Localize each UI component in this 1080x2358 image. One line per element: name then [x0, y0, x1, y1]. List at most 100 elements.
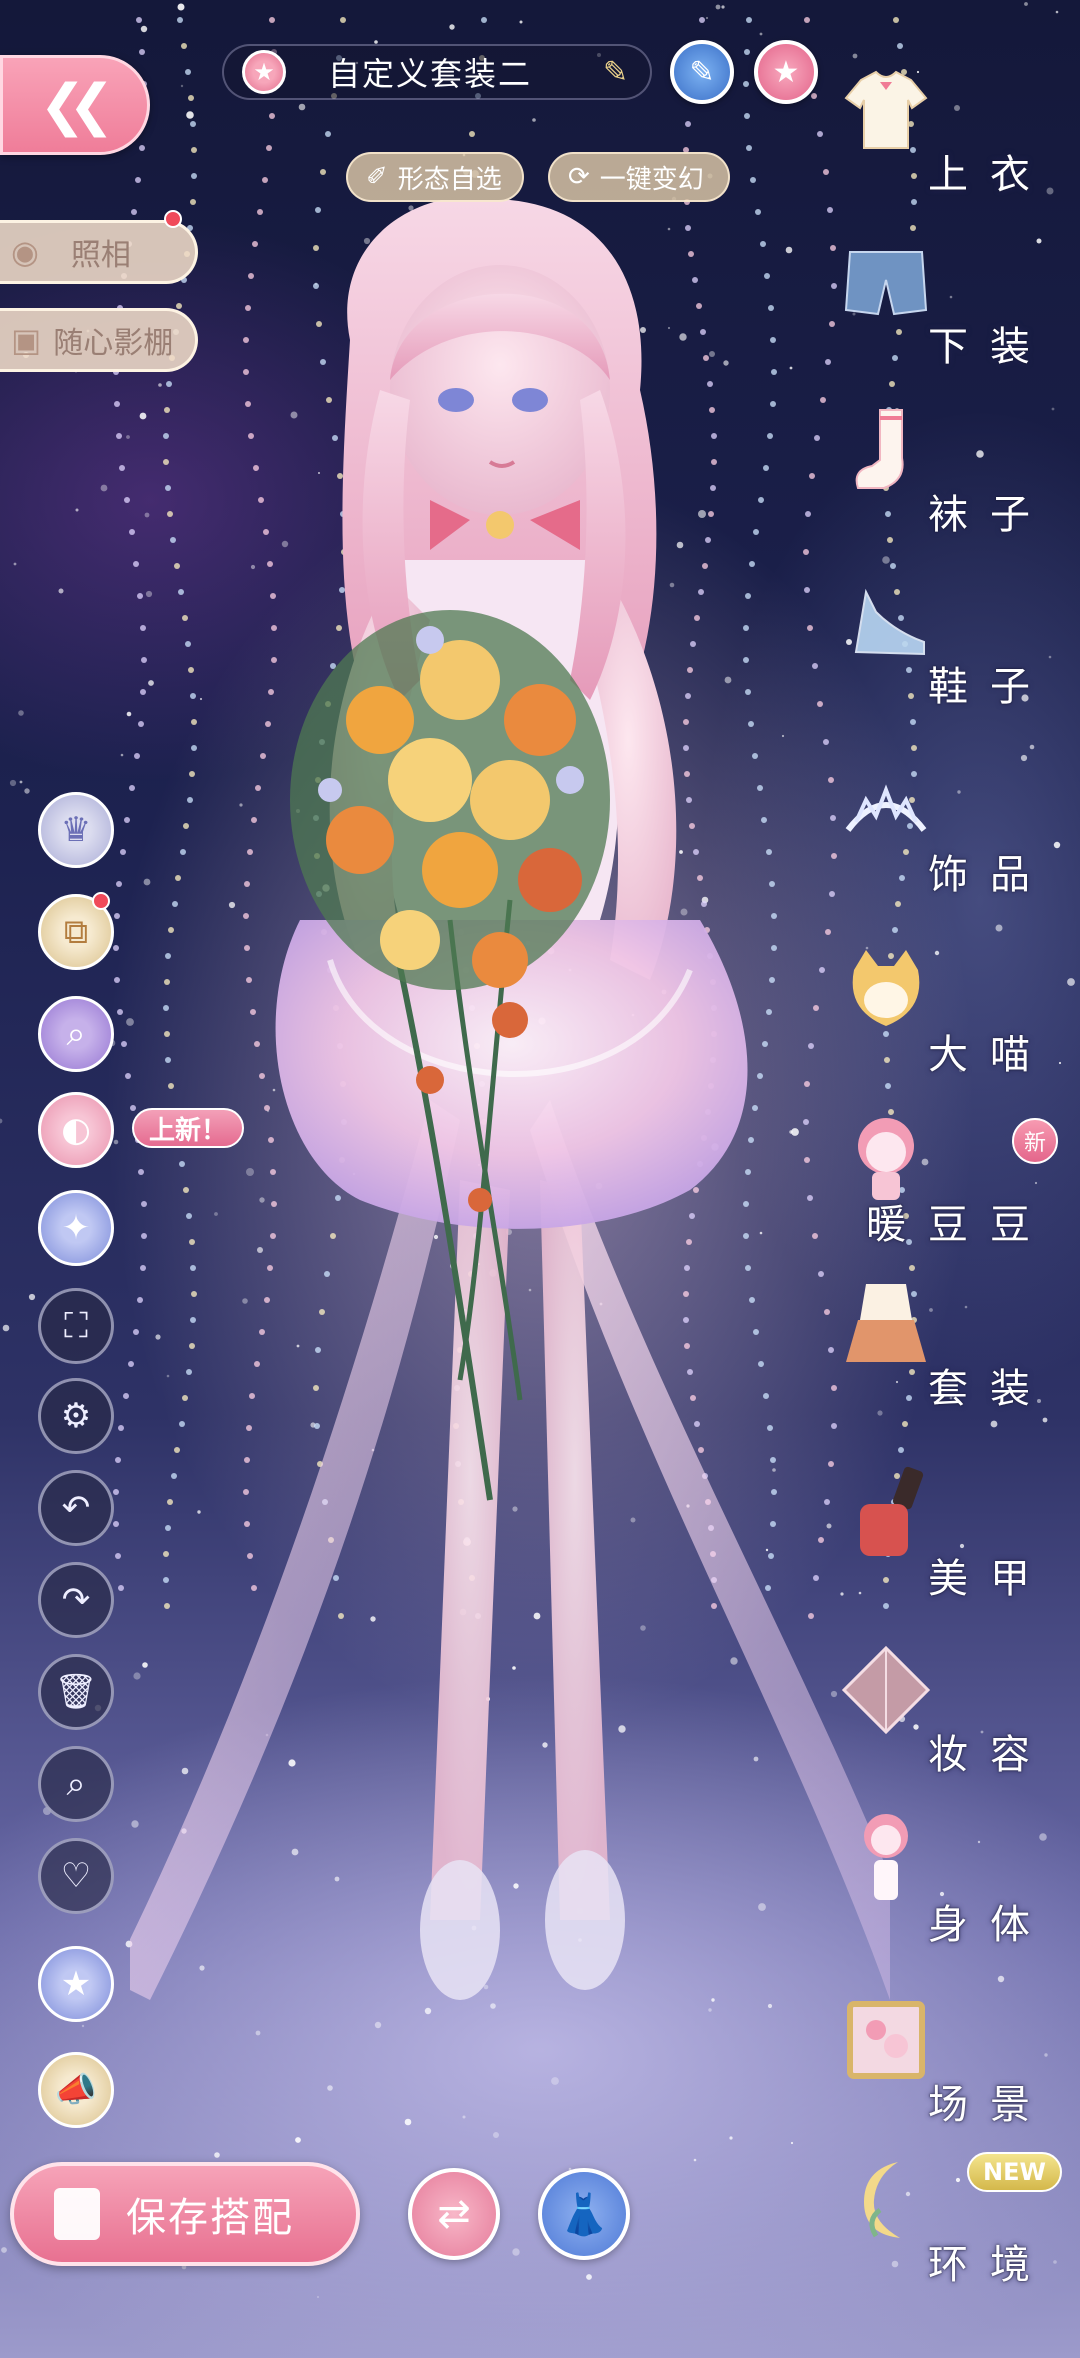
megaphone-icon: 📣 — [54, 2070, 98, 2110]
tiara-icon — [836, 760, 936, 860]
studio-button[interactable]: ▣ 随心影棚 — [0, 308, 198, 372]
cat-icon — [836, 940, 936, 1040]
edit-name-icon[interactable]: ✎ — [603, 55, 628, 90]
new-badge: NEW — [967, 2152, 1062, 2192]
dress-preview-button[interactable]: ♛ — [38, 792, 114, 868]
category-item-sock[interactable]: 袜子 — [820, 400, 1080, 550]
notification-dot — [92, 892, 110, 910]
category-item-scene-frame[interactable]: 场景 — [820, 1990, 1080, 2140]
palette-icon: ◐ — [61, 1110, 91, 1150]
delete-button[interactable]: 🗑 — [38, 1654, 114, 1730]
wardrobe-icon: 👗 — [559, 2191, 609, 2238]
save-outfit-button[interactable]: 保存搭配 — [10, 2162, 360, 2266]
category-item-makeup-box[interactable]: 妆容 — [820, 1640, 1080, 1790]
category-label: 鞋子 — [928, 664, 1052, 710]
category-label: 套装 — [928, 1366, 1052, 1412]
notification-dot — [164, 210, 182, 228]
category-label: 妆容 — [928, 1732, 1052, 1778]
scene-frame-icon — [836, 1990, 936, 2090]
category-item-outfit-set[interactable]: 套装 — [820, 1274, 1080, 1424]
swap-button[interactable]: ⇄ — [408, 2168, 500, 2260]
wardrobe-button[interactable]: 👗 — [538, 2168, 630, 2260]
category-label: 美甲 — [928, 1556, 1052, 1602]
wand-icon: ✐ — [366, 162, 388, 192]
one-click-transform-label: 一键变幻 — [599, 164, 704, 195]
category-item-chibi[interactable]: 暖豆豆 新 — [820, 1110, 1080, 1260]
star-icon: ★ — [242, 50, 286, 94]
photo-label: 照相 — [70, 238, 131, 273]
star-icon: ★ — [772, 54, 800, 90]
shirt-icon — [836, 60, 936, 160]
magic-star-icon: ✦ — [61, 1208, 91, 1248]
category-item-shorts[interactable]: 下装 — [820, 232, 1080, 382]
settings-button[interactable]: ⚙ — [38, 1378, 114, 1454]
heart-icon: ♡ — [60, 1856, 92, 1896]
form-select-button[interactable]: ✐ 形态自选 — [346, 152, 524, 202]
body-icon — [836, 1810, 936, 1910]
sock-icon — [836, 400, 936, 500]
outfit-name: 自定义套装二 — [328, 55, 533, 93]
star-badge-button[interactable]: ★ — [38, 1946, 114, 2022]
category-label: 场景 — [928, 2082, 1052, 2128]
outfit-set-icon — [836, 1274, 936, 1374]
one-click-transform-button[interactable]: ⟳ 一键变幻 — [548, 152, 730, 202]
category-item-cat[interactable]: 大喵 — [820, 940, 1080, 1090]
nail-polish-icon — [836, 1464, 936, 1564]
pen-icon: ✎ — [689, 54, 715, 90]
shorts-icon — [836, 232, 936, 332]
search-filter-button[interactable]: ⌕ — [38, 996, 114, 1072]
outfit-name-pill[interactable]: ★ 自定义套装二 ✎ — [222, 44, 652, 100]
undo-icon: ↶ — [61, 1488, 91, 1528]
undo-button[interactable]: ↶ — [38, 1470, 114, 1546]
fullscreen-icon: ⛶ — [64, 1306, 88, 1346]
gear-icon: ⚙ — [60, 1396, 92, 1436]
save-outfit-label: 保存搭配 — [126, 2195, 294, 2241]
magnifier-icon: ⌕ — [66, 1764, 86, 1804]
moon-icon — [836, 2150, 936, 2250]
favorite-button[interactable]: ★ — [754, 40, 818, 104]
category-label: 下装 — [928, 324, 1052, 370]
redo-button[interactable]: ↷ — [38, 1562, 114, 1638]
swap-icon: ⇄ — [437, 2191, 471, 2237]
palette-button[interactable]: ◐ — [38, 1092, 114, 1168]
category-item-shirt[interactable]: 上衣 — [820, 60, 1080, 210]
category-label: 暖豆豆 — [866, 1202, 1052, 1248]
star-badge-icon: ★ — [60, 1964, 92, 2004]
category-label: 袜子 — [928, 492, 1052, 538]
category-item-nail-polish[interactable]: 美甲 — [820, 1464, 1080, 1614]
box-icon: ▣ — [11, 321, 42, 359]
favorite-heart-button[interactable]: ♡ — [38, 1838, 114, 1914]
camera-icon: ◉ — [11, 233, 39, 271]
form-select-label: 形态自选 — [397, 164, 502, 195]
new-badge: 新 — [1012, 1118, 1058, 1164]
photo-button[interactable]: ◉ 照相 — [0, 220, 198, 284]
makeup-box-icon — [836, 1640, 936, 1740]
category-item-body[interactable]: 身体 — [820, 1810, 1080, 1960]
category-label: 身体 — [928, 1902, 1052, 1948]
shoe-icon — [836, 572, 936, 672]
studio-label: 随心影棚 — [53, 326, 174, 361]
category-item-tiara[interactable]: 饰品 — [820, 760, 1080, 910]
category-label: 饰品 — [928, 852, 1052, 898]
double-chevron-left-icon: ❮❮ — [39, 72, 115, 138]
new-arrival-badge: 上新！ — [132, 1108, 244, 1148]
layers-icon: ⧉ — [63, 912, 89, 952]
category-item-moon[interactable]: 环境 NEW — [820, 2150, 1080, 2300]
category-label: 环境 — [928, 2242, 1052, 2288]
category-label: 大喵 — [928, 1032, 1052, 1078]
trash-icon: 🗑 — [54, 1672, 98, 1712]
redo-icon: ↷ — [61, 1580, 91, 1620]
back-button[interactable]: ❮❮ — [0, 55, 150, 155]
refresh-icon: ⟳ — [568, 162, 590, 192]
pen-button[interactable]: ✎ — [670, 40, 734, 104]
fullscreen-button[interactable]: ⛶ — [38, 1288, 114, 1364]
category-item-shoe[interactable]: 鞋子 — [820, 572, 1080, 722]
category-label: 上衣 — [928, 152, 1052, 198]
character-model[interactable] — [130, 200, 890, 2180]
zoom-button[interactable]: ⌕ — [38, 1746, 114, 1822]
magic-star-button[interactable]: ✦ — [38, 1190, 114, 1266]
document-icon — [54, 2188, 100, 2240]
search-filter-icon: ⌕ — [66, 1014, 86, 1054]
announcement-button[interactable]: 📣 — [38, 2052, 114, 2128]
dress-icon: ♛ — [60, 810, 92, 850]
